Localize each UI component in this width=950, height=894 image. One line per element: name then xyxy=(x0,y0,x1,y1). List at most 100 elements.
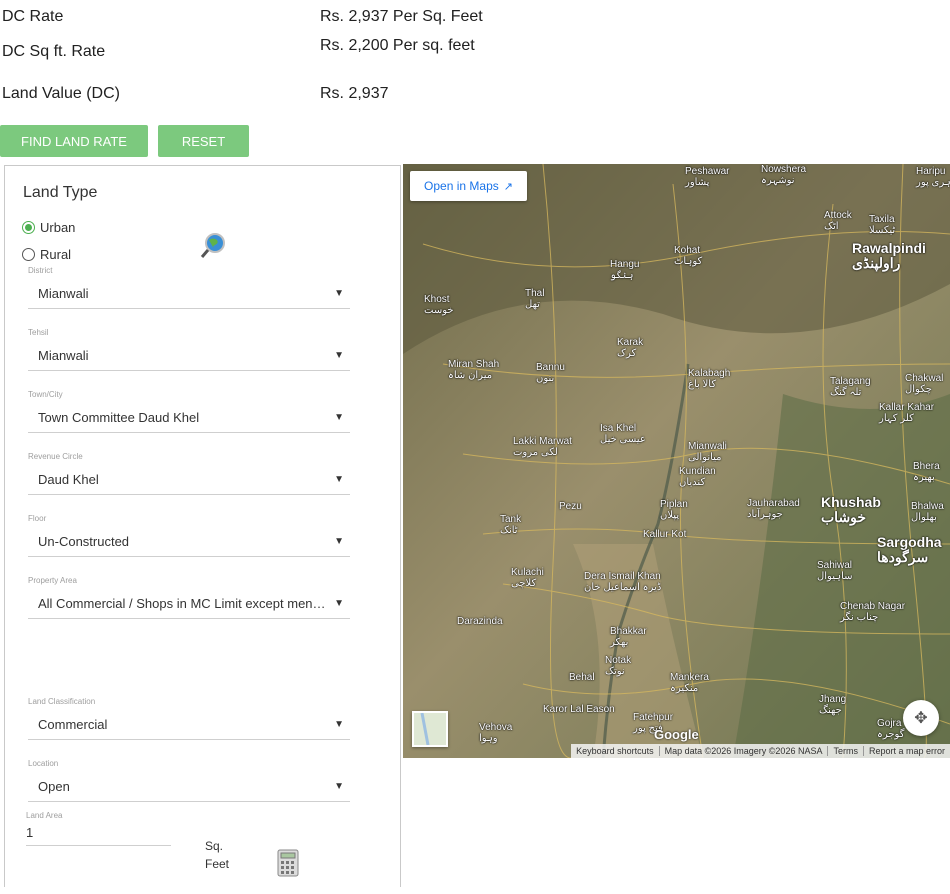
floor-select[interactable]: Floor Un-Constructed ▼ xyxy=(28,514,350,557)
urban-label: Urban xyxy=(40,220,76,235)
location-value: Open xyxy=(38,779,70,794)
open-in-maps-link[interactable]: Open in Maps ↗ xyxy=(410,171,527,201)
chevron-down-icon: ▼ xyxy=(334,474,344,485)
unit-feet: Feet xyxy=(205,857,230,871)
chevron-down-icon: ▼ xyxy=(334,781,344,792)
chevron-down-icon: ▼ xyxy=(334,288,344,299)
map-place-label: Chenab Nagar چناب نگر xyxy=(840,601,906,623)
location-label: Location xyxy=(28,759,59,768)
district-select[interactable]: District Mianwali ▼ xyxy=(28,266,350,309)
map-place-label: Karor Lal Eason xyxy=(543,704,615,715)
map-place-label: Mankera منکیرہ xyxy=(670,672,709,694)
chevron-down-icon: ▼ xyxy=(334,536,344,547)
rural-radio-circle[interactable] xyxy=(22,248,35,261)
map-view[interactable]: Peshawar پشاور Nowshera نوشہرہ Haripu ہری پور… xyxy=(403,164,950,758)
map-place-label: Rawalpindi راولپنڈی xyxy=(852,240,926,271)
globe-search-icon[interactable] xyxy=(199,232,227,260)
map-place-label: Lakki Marwat لکی مروت xyxy=(513,436,572,458)
terms-link[interactable]: Terms xyxy=(828,746,864,756)
map-place-label: Sargodha سرگودھا xyxy=(877,534,942,565)
map-place-label: Piplan پپلاں xyxy=(660,499,688,521)
revenue-circle-value: Daud Khel xyxy=(38,472,99,487)
dc-sqft-label: DC Sq ft. Rate xyxy=(2,43,106,60)
open-in-maps-label: Open in Maps xyxy=(424,179,499,193)
land-classification-label: Land Classification xyxy=(28,697,96,706)
unit-sq: Sq. xyxy=(205,839,224,853)
keyboard-shortcuts-link[interactable]: Keyboard shortcuts xyxy=(571,746,660,756)
land-area-field[interactable]: Land Area 1 xyxy=(26,811,171,846)
revenue-circle-select[interactable]: Revenue Circle Daud Khel ▼ xyxy=(28,452,350,495)
dc-rate-value: Rs. 2,937 Per Sq. Feet xyxy=(320,8,483,25)
town-value: Town Committee Daud Khel xyxy=(38,410,200,425)
land-classification-select[interactable]: Land Classification Commercial ▼ xyxy=(28,697,350,740)
urban-radio-circle[interactable] xyxy=(22,221,35,234)
report-map-error-link[interactable]: Report a map error xyxy=(864,746,950,756)
find-land-rate-button[interactable]: FIND LAND RATE xyxy=(0,125,148,157)
map-place-label: Gojra گوجرہ xyxy=(877,718,905,740)
chevron-down-icon: ▼ xyxy=(334,598,344,609)
map-place-label: Bannu بنوں xyxy=(536,362,565,384)
floor-value: Un-Constructed xyxy=(38,534,130,549)
map-place-label: Pezu xyxy=(559,501,582,512)
map-place-label: Taxila ٹیکسلا xyxy=(869,214,896,236)
tehsil-select[interactable]: Tehsil Mianwali ▼ xyxy=(28,328,350,371)
map-place-label: Isa Khel عیسی خیل xyxy=(600,423,646,445)
urban-radio[interactable]: Urban xyxy=(22,220,75,235)
land-classification-value: Commercial xyxy=(38,717,108,732)
land-area-unit: Sq. Feet xyxy=(205,837,229,873)
map-place-label: Khost خوست xyxy=(424,294,454,316)
map-place-label: Thal تھل xyxy=(525,288,545,310)
district-label: District xyxy=(28,266,53,275)
town-label: Town/City xyxy=(28,390,63,399)
land-type-title: Land Type xyxy=(23,184,98,201)
district-value: Mianwali xyxy=(38,286,89,301)
fullscreen-button[interactable]: ✥ xyxy=(903,700,939,736)
chevron-down-icon: ▼ xyxy=(334,350,344,361)
map-place-label: Tank ٹانک xyxy=(500,514,522,536)
map-place-label: Mianwali میانوالی xyxy=(688,441,727,463)
external-link-icon: ↗ xyxy=(503,180,513,193)
land-area-input[interactable]: 1 xyxy=(26,820,171,846)
map-place-label: Kalabagh کالا باغ xyxy=(688,368,731,390)
tehsil-label: Tehsil xyxy=(28,328,49,337)
land-form-panel: Land Type Urban Rural District Mianwali ▼ … xyxy=(4,165,401,887)
map-place-label: Notak نوتک xyxy=(605,655,632,677)
map-place-label: Kallur Kot xyxy=(643,529,687,540)
dc-rate-label: DC Rate xyxy=(2,8,64,25)
map-place-label: Sahiwal ساہیوال xyxy=(817,560,853,582)
map-place-label: Karak کرک xyxy=(617,337,644,359)
map-place-label: Behal xyxy=(569,672,595,683)
map-place-label: Bhera بھیرہ xyxy=(913,461,940,483)
map-place-label: Khushab خوشاب xyxy=(821,494,881,525)
map-place-label: Attock اٹک xyxy=(824,210,852,232)
map-place-label: Kundian کندیاں xyxy=(679,466,716,488)
map-place-label: Vehova وہوا xyxy=(479,722,513,744)
tehsil-value: Mianwali xyxy=(38,348,89,363)
location-select[interactable]: Location Open ▼ xyxy=(28,759,350,802)
map-type-thumbnail[interactable] xyxy=(412,711,448,747)
reset-button[interactable]: RESET xyxy=(158,125,249,157)
revenue-circle-label: Revenue Circle xyxy=(28,452,83,461)
map-place-label: Dera Ismail Khan ڈیرہ اسماعیل خان xyxy=(584,571,662,593)
map-place-label: Hangu ہنگو xyxy=(610,259,640,281)
map-data-credit: Map data ©2026 Imagery ©2026 NASA xyxy=(660,746,829,756)
map-place-label: Talagang تلہ گنگ xyxy=(830,376,871,398)
map-place-label: Kohat کوہاٹ xyxy=(674,245,703,267)
property-area-value: All Commercial / Shops in MC Limit excep… xyxy=(38,596,328,611)
town-select[interactable]: Town/City Town Committee Daud Khel ▼ xyxy=(28,390,350,433)
map-place-label: Peshawar پشاور xyxy=(685,166,730,188)
map-place-label: Miran Shah میران شاہ xyxy=(448,359,500,381)
property-area-select[interactable]: Property Area All Commercial / Shops in M… xyxy=(28,576,350,619)
map-place-label: Jhang جھنگ xyxy=(819,694,847,716)
rural-label: Rural xyxy=(40,247,72,262)
map-place-label: Haripu ہری پور xyxy=(916,166,950,188)
map-place-label: Kallar Kahar کلر کہار xyxy=(879,402,935,424)
calculator-icon[interactable] xyxy=(277,849,299,882)
rural-radio[interactable]: Rural xyxy=(22,247,71,262)
land-value-label: Land Value (DC) xyxy=(2,85,120,102)
map-place-label: Chakwal چکوال xyxy=(905,373,944,395)
land-area-label: Land Area xyxy=(26,811,63,820)
map-attribution: Keyboard shortcuts Map data ©2026 Imager… xyxy=(571,744,950,758)
map-place-label: Darazinda xyxy=(457,616,503,627)
property-area-label: Property Area xyxy=(28,576,77,585)
